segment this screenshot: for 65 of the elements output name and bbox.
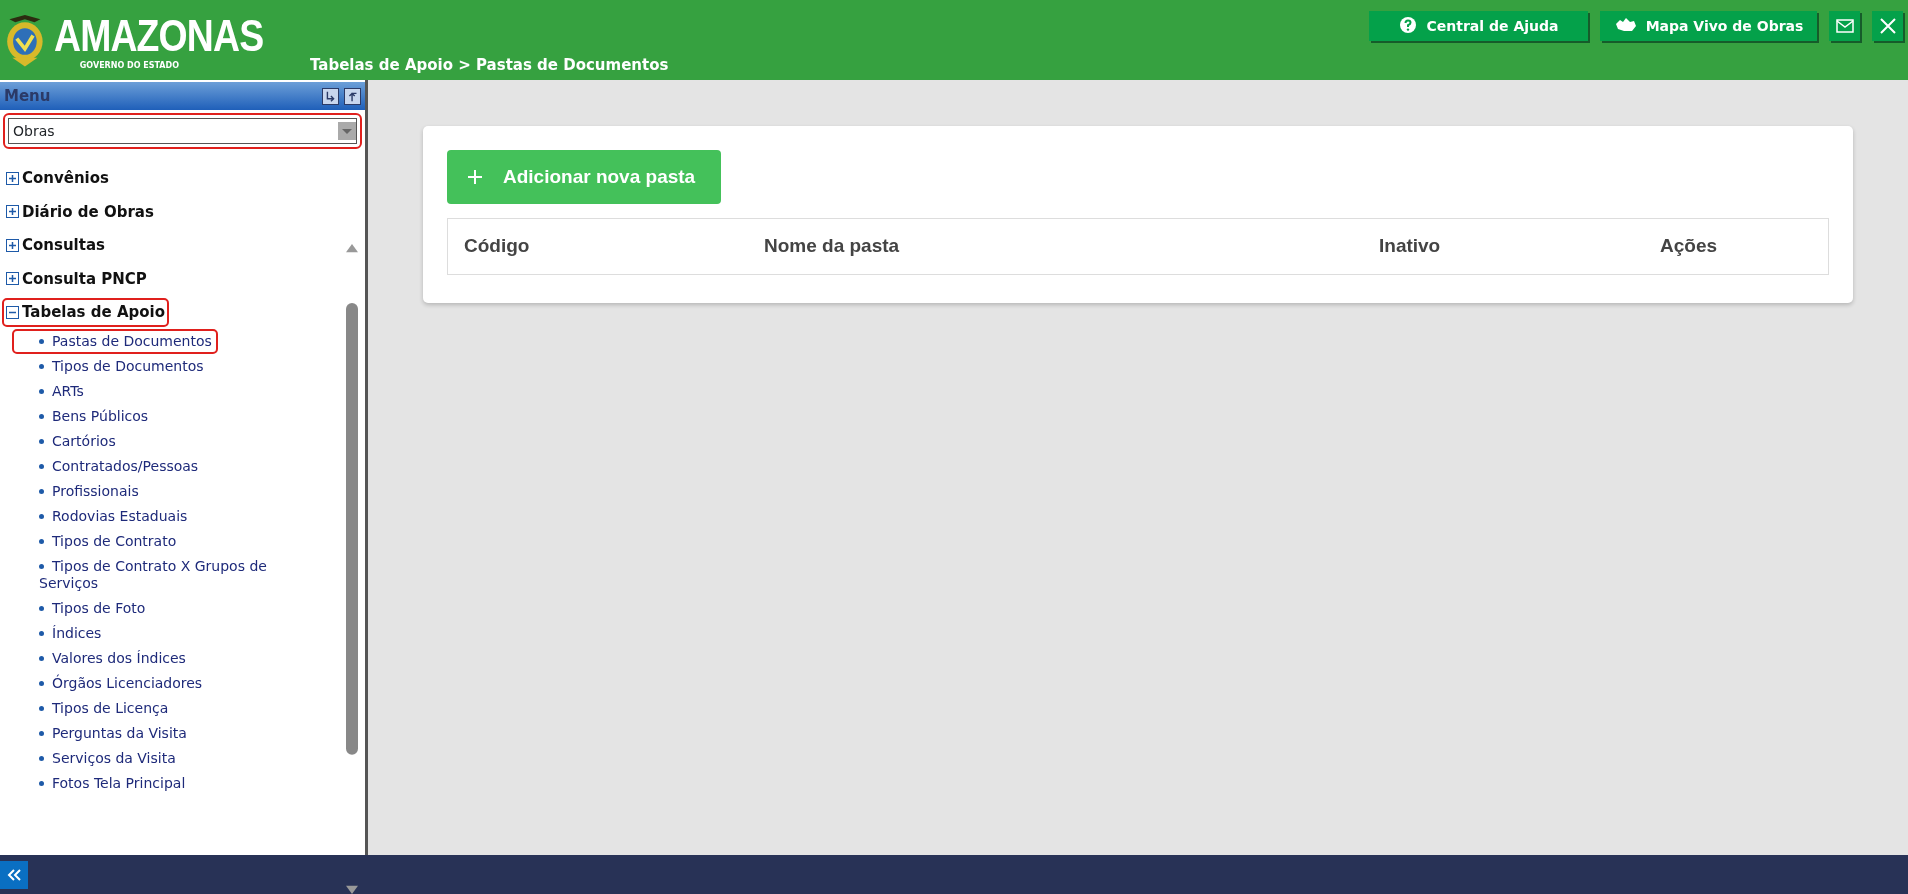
close-icon xyxy=(1877,16,1898,36)
minus-box-icon xyxy=(6,305,19,319)
menu-item[interactable]: Serviços da Visita xyxy=(12,745,182,771)
bullet-icon xyxy=(39,656,44,661)
bullet-icon xyxy=(39,539,44,544)
menu-item[interactable]: Órgãos Licenciadores xyxy=(12,670,209,696)
menu-group[interactable]: Consultas xyxy=(2,231,109,260)
menu-item[interactable]: Tipos de Contrato xyxy=(12,528,183,554)
menu-item[interactable]: ARTs xyxy=(12,378,90,404)
expand-icon[interactable] xyxy=(322,87,339,105)
plus-box-icon xyxy=(6,272,19,286)
breadcrumb: Tabelas de Apoio > Pastas de Documentos xyxy=(310,54,669,76)
bullet-icon xyxy=(39,339,44,344)
collapse-sidebar-button[interactable] xyxy=(0,860,28,889)
column-header: Inativo xyxy=(1379,234,1442,259)
menu-item[interactable]: Contratados/Pessoas xyxy=(12,453,205,479)
menu-group[interactable]: Tabelas de Apoio xyxy=(2,298,169,327)
menu-group[interactable]: Convênios xyxy=(2,164,113,193)
collapse-icon[interactable] xyxy=(344,87,361,105)
help-icon xyxy=(1398,16,1419,36)
bullet-icon xyxy=(39,389,44,394)
double-chevron-icon xyxy=(6,867,22,882)
module-select[interactable]: Obras xyxy=(8,118,357,144)
menu-item[interactable]: Bens Públicos xyxy=(12,403,155,429)
logo-subtitle: GOVERNO DO ESTADO xyxy=(79,60,180,72)
bullet-icon xyxy=(39,364,44,369)
bullet-icon xyxy=(39,489,44,494)
bullet-icon xyxy=(39,631,44,636)
menu-item[interactable]: Pastas de Documentos xyxy=(12,328,218,354)
bullet-icon xyxy=(39,756,44,761)
bullet-icon xyxy=(39,706,44,711)
close-button[interactable] xyxy=(1872,11,1903,41)
plus-box-icon xyxy=(6,238,19,252)
column-header: Ações xyxy=(1660,234,1719,259)
menu-item[interactable]: Tipos de Contrato X Grupos de Serviços xyxy=(12,553,332,596)
bullet-icon xyxy=(39,464,44,469)
bullet-icon xyxy=(39,731,44,736)
mail-button[interactable] xyxy=(1829,11,1860,41)
plus-box-icon xyxy=(6,205,19,219)
menu-item[interactable]: Rodovias Estaduais xyxy=(12,503,194,529)
menu-group[interactable]: Diário de Obras xyxy=(2,197,158,226)
menu-item[interactable]: Tipos de Foto xyxy=(12,595,152,621)
bullet-icon xyxy=(39,606,44,611)
menu-group[interactable]: Consulta PNCP xyxy=(2,264,151,293)
menu-item[interactable]: Cartórios xyxy=(12,428,122,454)
mail-icon xyxy=(1834,16,1855,36)
column-header: Código xyxy=(464,234,531,259)
column-header: Nome da pasta xyxy=(764,234,901,259)
bullet-icon xyxy=(39,781,44,786)
plus-icon xyxy=(467,169,483,185)
bullet-icon xyxy=(39,414,44,419)
logo-title: AMAZONAS xyxy=(53,14,264,58)
menu-item[interactable]: Índices xyxy=(12,620,108,646)
bullet-icon xyxy=(39,564,44,569)
menu-item[interactable]: Valores dos Índices xyxy=(12,645,192,671)
bullet-icon xyxy=(39,439,44,444)
bullet-icon xyxy=(39,514,44,519)
bullet-icon xyxy=(39,681,44,686)
menu-item[interactable]: Tipos de Documentos xyxy=(12,353,210,379)
menu-item[interactable]: Profissionais xyxy=(12,478,145,504)
menu-title: Menu xyxy=(4,85,52,107)
menu-item[interactable]: Perguntas da Visita xyxy=(12,720,193,746)
menu-item[interactable]: Fotos Tela Principal xyxy=(12,770,192,796)
menu-item[interactable]: Tipos de Licença xyxy=(12,695,175,721)
plus-box-icon xyxy=(6,171,19,185)
